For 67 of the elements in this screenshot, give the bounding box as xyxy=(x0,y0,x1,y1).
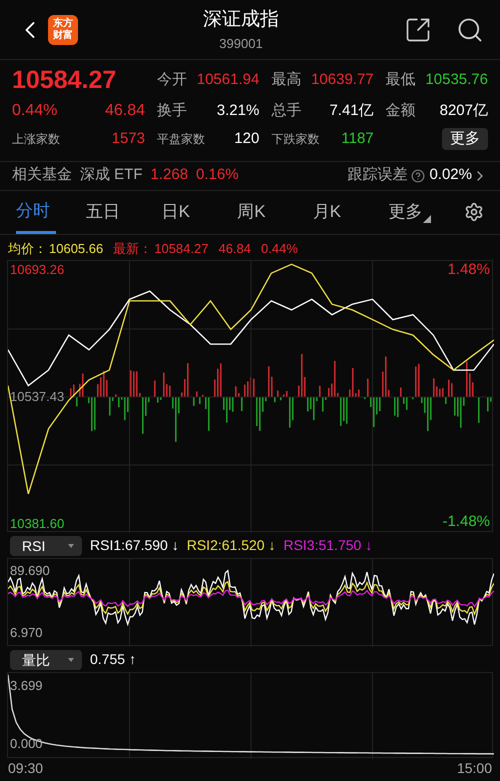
axis-label: 1.48% xyxy=(447,262,490,278)
search-icon[interactable] xyxy=(456,16,484,44)
latest-change: 46.84 xyxy=(218,240,252,258)
time-label: 09:30 xyxy=(8,758,44,778)
stat-value: 10639.77 xyxy=(311,70,374,90)
stat-value: 1187 xyxy=(341,129,374,149)
page-title: 深证成指 xyxy=(203,8,279,32)
chart-tab[interactable]: 分时 xyxy=(16,190,56,234)
chart-tab[interactable]: 五日 xyxy=(86,190,162,234)
chart-tab[interactable]: 日K xyxy=(162,190,238,234)
latest-label: 最新： xyxy=(113,240,152,258)
axis-label: 10537.43 xyxy=(10,388,64,405)
stat-label: 今开 xyxy=(157,70,187,90)
rsi-reading: RSI2:61.520 ↓ xyxy=(186,536,276,555)
rsi-reading: RSI1:67.590 ↓ xyxy=(90,536,179,555)
indicator-selector[interactable]: 量比 xyxy=(10,650,82,670)
axis-label: -1.48% xyxy=(442,514,490,530)
stat-value: 7.41亿 xyxy=(329,100,374,121)
indicator-selector[interactable]: RSI xyxy=(10,536,82,556)
fund-change: 0.16% xyxy=(196,165,239,186)
latest-percent: 0.44% xyxy=(261,240,298,258)
stat-label: 下跌家数 xyxy=(271,131,320,148)
average-value: 10605.66 xyxy=(49,240,104,258)
change-amount: 46.84 xyxy=(104,101,145,121)
volume-ratio-reading: 0.755 ↑ xyxy=(90,650,136,669)
fund-label: 相关基金 xyxy=(12,165,72,186)
fund-price: 1.268 xyxy=(150,165,188,186)
stat-label: 最高 xyxy=(271,70,302,90)
tracking-label: 跟踪误差 xyxy=(347,165,408,186)
settings-icon[interactable] xyxy=(464,202,484,222)
caret-icon xyxy=(68,544,74,548)
app-logo: 东方 财富 xyxy=(48,14,78,44)
stat-value: 3.21% xyxy=(216,100,260,121)
stat-label: 平盘家数 xyxy=(157,131,205,148)
chart-tab[interactable]: 周K xyxy=(237,190,313,234)
help-icon[interactable] xyxy=(411,168,426,182)
average-label: 均价： xyxy=(8,240,47,258)
latest-value: 10584.27 xyxy=(154,240,208,258)
axis-label: 6.970 xyxy=(10,624,43,642)
axis-label: 0.000 xyxy=(10,735,43,753)
stat-label: 换手 xyxy=(157,100,187,121)
axis-label: 89.690 xyxy=(10,562,50,580)
stat-value: 8207亿 xyxy=(440,100,488,121)
stat-label: 最低 xyxy=(386,70,416,90)
time-label: 15:00 xyxy=(456,758,492,778)
more-button[interactable]: 更多 xyxy=(442,128,488,150)
caret-icon xyxy=(68,658,74,662)
stat-value: 10561.94 xyxy=(196,70,260,90)
stat-label: 总手 xyxy=(271,100,302,121)
chart-tab[interactable]: 更多 xyxy=(388,190,464,234)
stat-value: 1573 xyxy=(112,129,145,149)
stat-value: 120 xyxy=(234,129,260,149)
tracking-value: 0.02% xyxy=(429,165,472,186)
axis-label: 3.699 xyxy=(10,676,43,694)
current-price: 10584.27 xyxy=(12,66,118,94)
rsi-reading: RSI3:51.750 ↓ xyxy=(283,536,372,555)
stat-label: 金额 xyxy=(386,100,416,121)
change-percent: 0.44% xyxy=(12,101,58,121)
index-code: 399001 xyxy=(219,35,263,53)
axis-label: 10693.26 xyxy=(10,262,64,278)
share-icon[interactable] xyxy=(404,16,432,44)
stat-label: 上涨家数 xyxy=(12,131,60,148)
stat-value: 10535.76 xyxy=(425,70,488,90)
fund-name: 深成 ETF xyxy=(80,165,142,186)
chart-tab[interactable]: 月K xyxy=(312,190,388,234)
dropdown-corner-icon xyxy=(423,215,432,224)
axis-label: 10381.60 xyxy=(10,516,64,532)
